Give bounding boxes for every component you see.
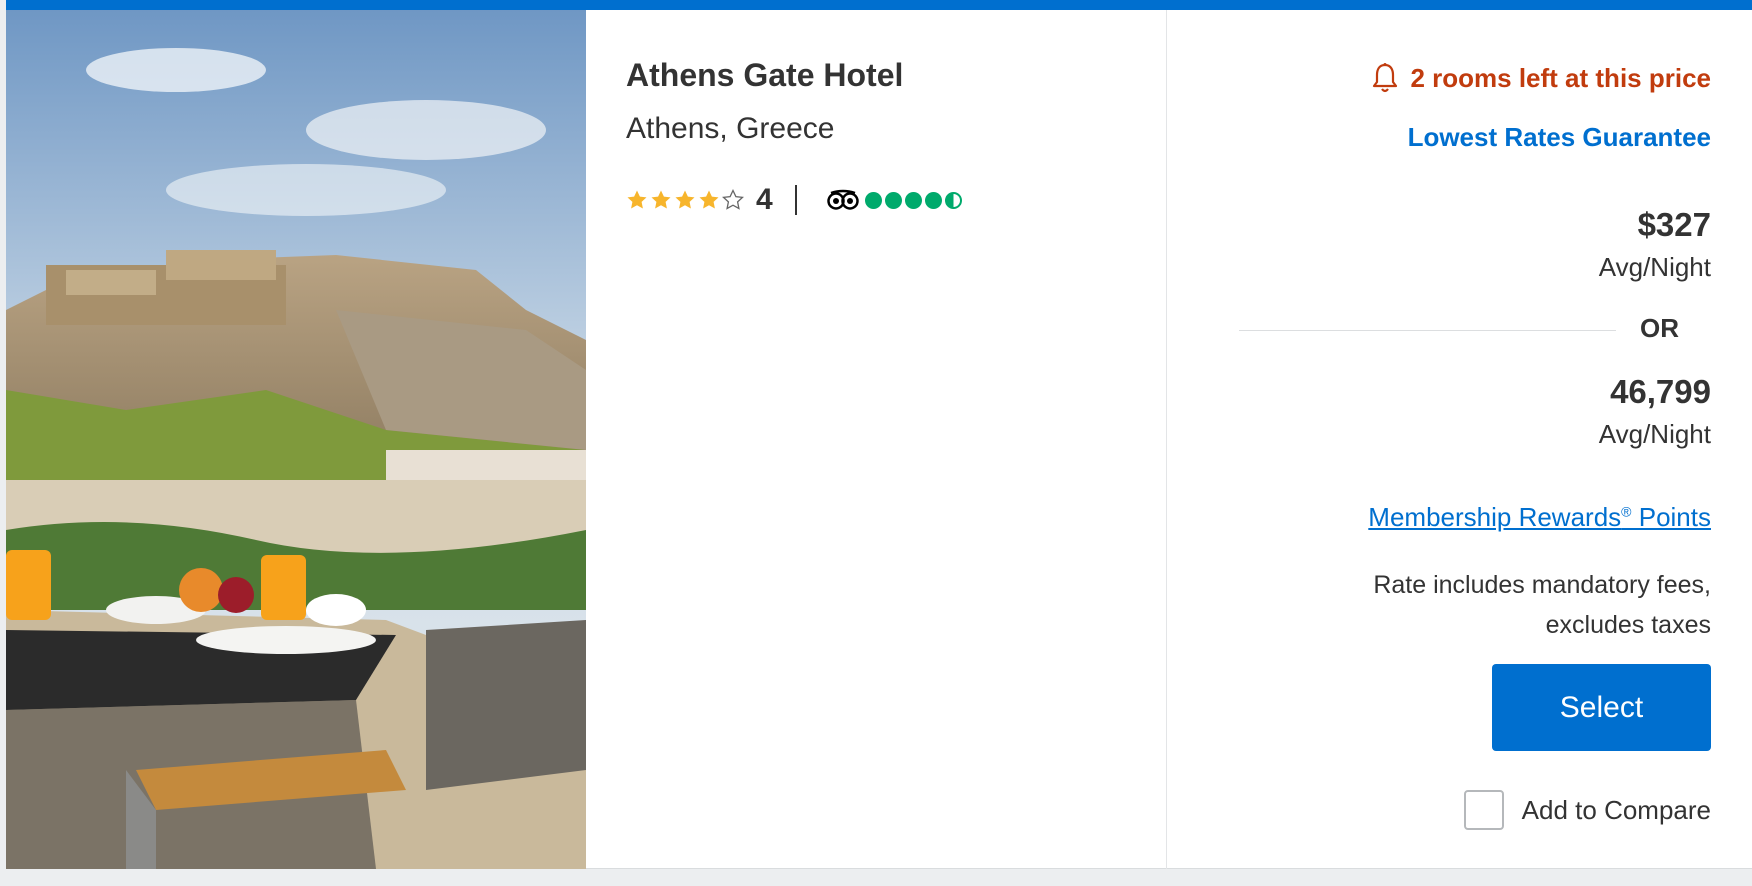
hotel-photo[interactable]	[6, 10, 586, 869]
rating-separator	[794, 185, 797, 215]
hotel-photo-image	[6, 10, 586, 869]
pricing-panel: 2 rooms left at this price Lowest Rates …	[1167, 10, 1752, 869]
star-rating	[626, 189, 744, 211]
or-divider-line	[1239, 330, 1616, 331]
registered-mark: ®	[1621, 503, 1632, 520]
rating-bubble-full	[904, 191, 922, 209]
membership-rewards-link-suffix: Points	[1631, 502, 1711, 532]
cash-price-unit: Avg/Night	[1598, 252, 1711, 282]
star-rating-number: 4	[756, 183, 773, 216]
fees-note: Rate includes mandatory fees, excludes t…	[1373, 565, 1711, 645]
membership-rewards-points-link[interactable]: Membership Rewards® Points	[1368, 502, 1711, 533]
points-price-unit: Avg/Night	[1598, 419, 1711, 449]
star-filled-icon	[627, 190, 647, 209]
availability-alert-text: 2 rooms left at this price	[1410, 62, 1711, 93]
tripadvisor-rating	[864, 191, 962, 209]
star-filled-icon	[675, 190, 695, 209]
add-to-compare[interactable]: Add to Compare	[1463, 790, 1711, 830]
star-filled-icon	[699, 190, 719, 209]
compare-checkbox[interactable]	[1463, 790, 1504, 830]
bell-icon	[1373, 63, 1398, 93]
hotel-location: Athens, Greece	[626, 112, 835, 145]
rating-bubble-full	[864, 191, 882, 209]
cash-price: $327	[1637, 206, 1711, 243]
tripadvisor-owl-icon	[826, 189, 859, 210]
rating-row: 4	[626, 182, 962, 218]
rating-bubble-half	[944, 191, 962, 209]
select-button[interactable]: Select	[1492, 664, 1711, 751]
or-label: OR	[1640, 313, 1679, 343]
hotel-info: Athens Gate Hotel Athens, Greece 4	[626, 10, 1166, 869]
availability-alert: 2 rooms left at this price	[1372, 62, 1711, 94]
membership-rewards-link-text: Membership Rewards	[1368, 502, 1622, 532]
star-empty-icon	[722, 189, 744, 210]
hotel-result-card: Athens Gate Hotel Athens, Greece 4 2 roo…	[6, 0, 1752, 869]
hotel-name[interactable]: Athens Gate Hotel	[626, 57, 903, 94]
points-price: 46,799	[1610, 373, 1711, 410]
fees-note-line2: excludes taxes	[1545, 611, 1711, 639]
rating-bubble-full	[924, 191, 942, 209]
lowest-rates-guarantee-link[interactable]: Lowest Rates Guarantee	[1408, 122, 1711, 153]
rating-bubble-full	[884, 191, 902, 209]
add-to-compare-label: Add to Compare	[1521, 794, 1711, 825]
star-filled-icon	[651, 190, 671, 209]
fees-note-line1: Rate includes mandatory fees,	[1373, 571, 1711, 599]
